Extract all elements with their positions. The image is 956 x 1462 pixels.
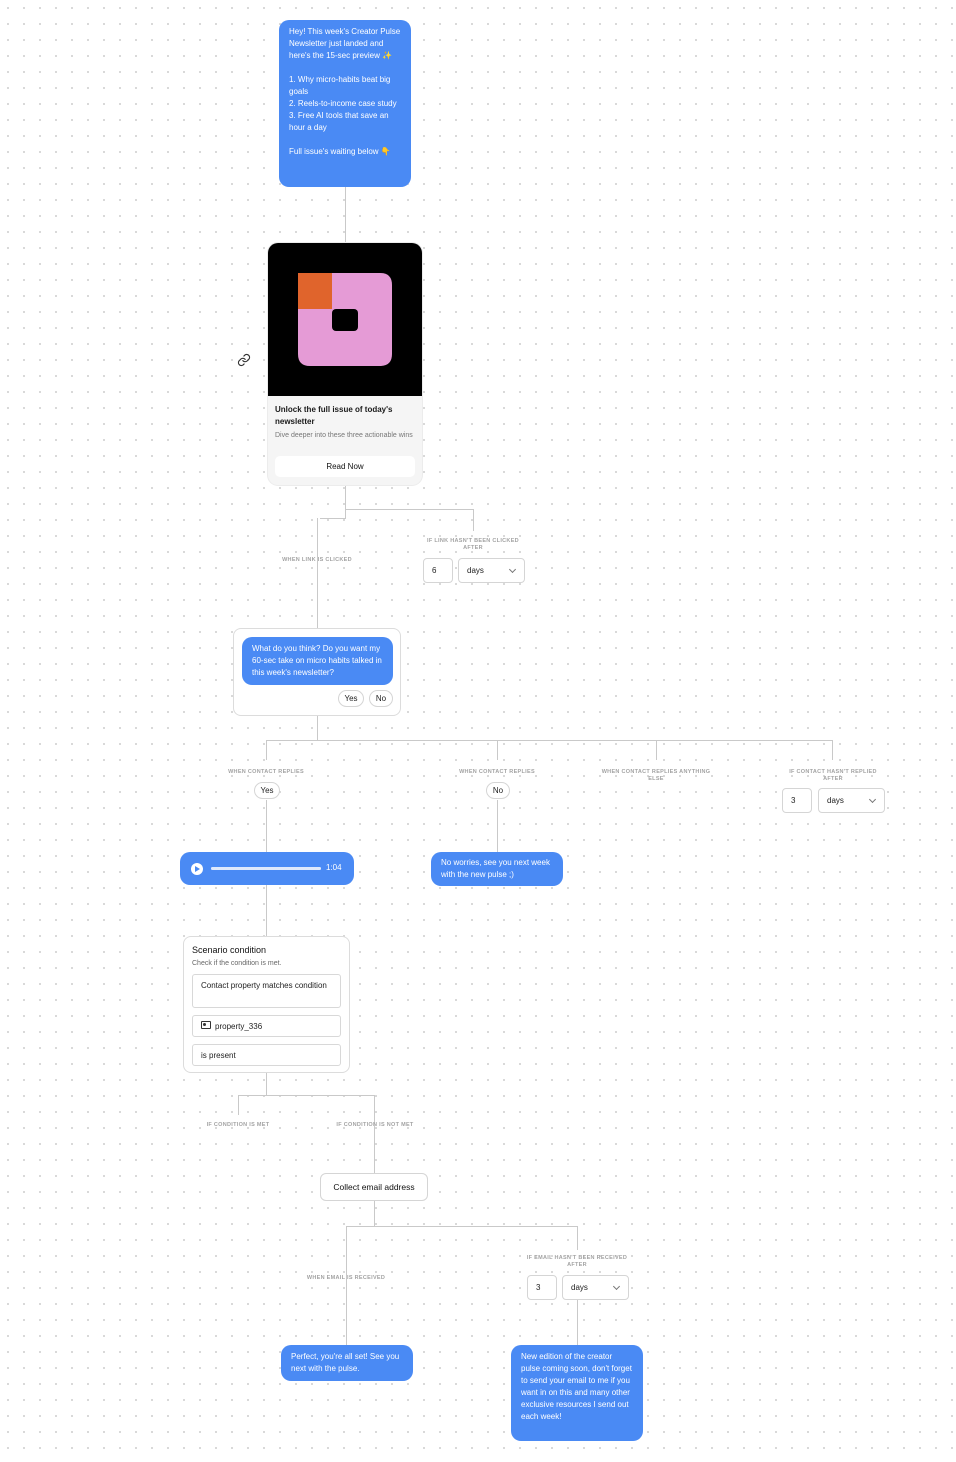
branch-label-email-received: WHEN EMAIL IS RECEIVED — [306, 1275, 386, 1281]
reply-delay-unit-value: days — [827, 796, 844, 805]
newsletter-logo-image — [268, 243, 422, 396]
link-card[interactable]: Unlock the full issue of today's newslet… — [268, 243, 422, 485]
connector — [577, 1226, 578, 1250]
connector — [346, 1226, 347, 1345]
branch-label-reply-else: WHEN CONTACT REPLIES ANYTHING ELSE — [601, 769, 711, 782]
link-delay-unit-value: days — [467, 566, 484, 575]
link-delay-value-input[interactable]: 6 — [423, 558, 453, 583]
read-now-button[interactable]: Read Now — [275, 456, 415, 477]
reply-delay-value-input[interactable]: 3 — [782, 788, 812, 813]
branch-label-link-not-clicked: IF LINK HASN'T BEEN CLICKED AFTER — [427, 538, 519, 551]
connector — [320, 518, 346, 519]
audio-progress-fill — [211, 867, 321, 870]
chevron-down-icon — [612, 1282, 621, 1291]
connector — [577, 1300, 578, 1345]
connector — [346, 1226, 578, 1227]
email-received-message-bubble[interactable]: Perfect, you're all set! See you next wi… — [281, 1345, 413, 1381]
connector — [317, 716, 318, 740]
branch-label-condition-met: IF CONDITION IS MET — [206, 1122, 270, 1128]
connector — [345, 187, 346, 243]
property-field[interactable]: property_336 — [192, 1015, 341, 1037]
branch-value-yes: Yes — [254, 782, 280, 799]
link-card-subtitle: Dive deeper into these three actionable … — [275, 432, 413, 439]
play-icon[interactable] — [191, 863, 203, 875]
connector — [374, 1200, 375, 1226]
quick-reply-no[interactable]: No — [369, 690, 393, 707]
connector — [345, 485, 346, 518]
email-delay-unit-select[interactable]: days — [562, 1275, 629, 1300]
branch-label-reply-yes: WHEN CONTACT REPLIES — [228, 769, 304, 775]
collect-email-node[interactable]: Collect email address — [320, 1173, 428, 1201]
chevron-down-icon — [508, 565, 517, 574]
scenario-condition-title: Scenario condition — [192, 945, 267, 955]
connector — [238, 1095, 239, 1115]
no-thanks-message-bubble[interactable]: No worries, see you next week with the n… — [431, 852, 563, 886]
connector — [266, 885, 267, 936]
email-delay-unit-value: days — [571, 1283, 588, 1292]
branch-label-no-reply: IF CONTACT HASN'T REPLIED AFTER — [789, 769, 877, 782]
contact-card-icon — [201, 1021, 211, 1029]
connector — [656, 740, 657, 760]
question-message-bubble: What do you think? Do you want my 60-sec… — [242, 637, 393, 685]
connector — [266, 800, 267, 852]
intro-message-bubble[interactable]: Hey! This week's Creator Pulse Newslette… — [279, 20, 411, 187]
connector — [473, 509, 474, 531]
scenario-condition-card[interactable]: Scenario condition Check if the conditio… — [183, 936, 350, 1073]
reply-delay-unit-select[interactable]: days — [818, 788, 885, 813]
audio-message-bubble[interactable]: 1:04 — [180, 852, 354, 885]
audio-duration: 1:04 — [326, 863, 342, 872]
connector — [832, 740, 833, 760]
operator-field[interactable]: is present — [192, 1044, 341, 1066]
connector — [317, 518, 318, 628]
quick-reply-yes[interactable]: Yes — [338, 690, 364, 707]
branch-label-link-clicked: WHEN LINK IS CLICKED — [282, 557, 352, 563]
connector — [374, 1095, 375, 1173]
connector — [266, 740, 267, 760]
audio-progress-track[interactable] — [211, 867, 321, 870]
connector — [497, 740, 498, 760]
branch-label-reply-no: WHEN CONTACT REPLIES — [459, 769, 535, 775]
branch-label-email-not-received: IF EMAIL HASN'T BEEN RECEIVED AFTER — [526, 1255, 628, 1268]
scenario-condition-subtitle: Check if the condition is met. — [192, 960, 282, 967]
connector — [497, 800, 498, 852]
branch-value-no: No — [486, 782, 510, 799]
connector — [266, 1073, 267, 1095]
link-delay-unit-select[interactable]: days — [458, 558, 525, 583]
connector — [345, 509, 473, 510]
condition-type-field[interactable]: Contact property matches condition — [192, 974, 341, 1008]
link-icon[interactable] — [237, 353, 251, 367]
connector — [266, 740, 833, 741]
question-card[interactable]: What do you think? Do you want my 60-sec… — [233, 628, 401, 716]
connector — [238, 1095, 375, 1096]
property-value: property_336 — [215, 1022, 263, 1031]
chevron-down-icon — [868, 795, 877, 804]
branch-label-condition-not-met: IF CONDITION IS NOT MET — [336, 1122, 414, 1128]
link-card-title: Unlock the full issue of today's newslet… — [275, 405, 393, 426]
email-reminder-message-bubble[interactable]: New edition of the creator pulse coming … — [511, 1345, 643, 1441]
email-delay-value-input[interactable]: 3 — [527, 1275, 557, 1300]
